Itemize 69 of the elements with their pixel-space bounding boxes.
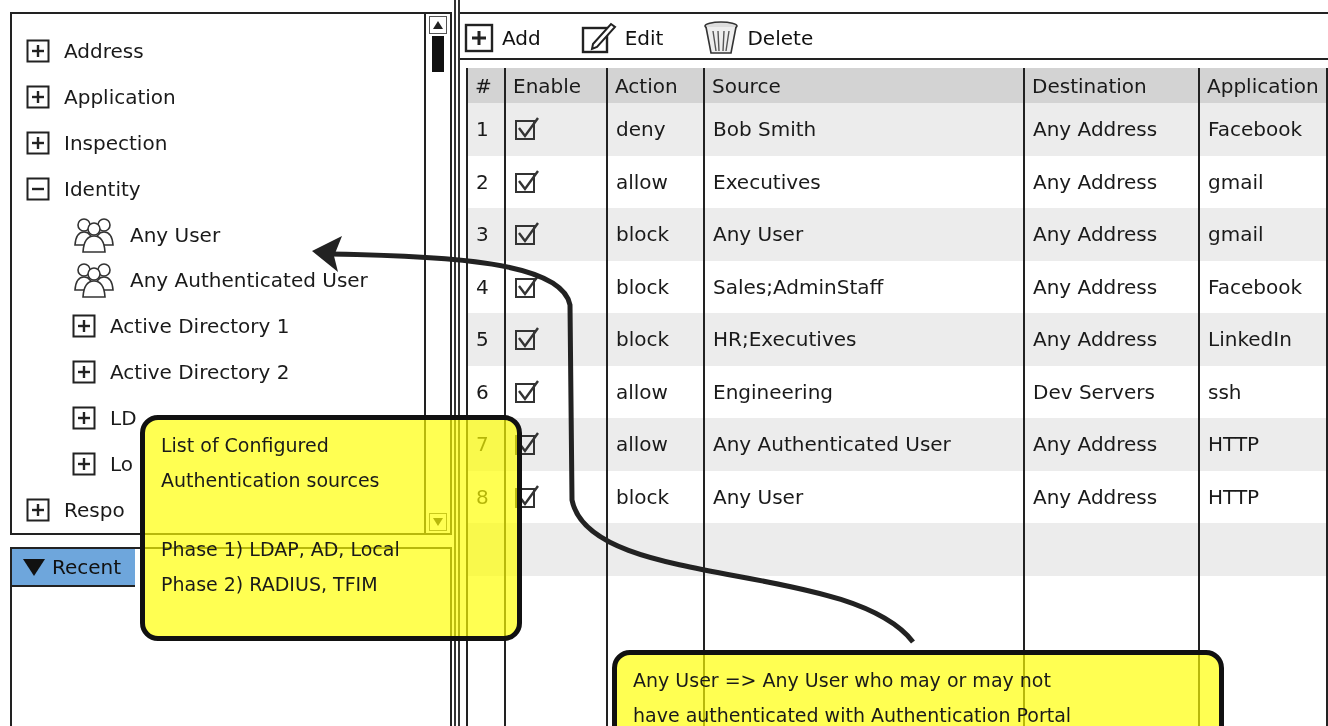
up-arrow-icon[interactable]	[433, 21, 443, 29]
expand-icon[interactable]	[72, 406, 96, 431]
table-cell: LinkedIn	[1200, 313, 1328, 366]
tree-item[interactable]: Any User	[130, 222, 221, 247]
tree-item[interactable]: Address	[64, 38, 144, 63]
checkbox[interactable]	[514, 116, 540, 143]
note-text: Any User => Any User who may or may not have authenticated with Authentication Portal	[633, 668, 1072, 726]
checkbox[interactable]	[514, 168, 540, 195]
checkbox[interactable]	[514, 326, 540, 353]
checkbox[interactable]	[514, 483, 540, 510]
table-cell: Facebook	[1200, 103, 1328, 156]
checkbox[interactable]	[514, 221, 540, 248]
table-cell: Any Address	[1025, 418, 1200, 471]
tree-item[interactable]: Active Directory 2	[110, 360, 290, 385]
tree-item[interactable]: Respo	[64, 498, 125, 522]
tree-item[interactable]: Inspection	[64, 130, 168, 155]
tree-item[interactable]: LD	[110, 406, 137, 431]
checkbox[interactable]	[514, 378, 540, 405]
tree-item[interactable]: Active Directory 1	[110, 314, 290, 339]
expand-icon[interactable]	[26, 84, 50, 109]
edit-icon	[580, 22, 617, 54]
table-cell: block	[608, 208, 705, 261]
table-cell: Any User	[705, 208, 1025, 261]
tree-item[interactable]: Any Authenticated User	[130, 268, 368, 293]
row-number: 1	[468, 103, 506, 156]
scrollbar[interactable]	[424, 14, 450, 533]
delete-button[interactable]: Delete	[703, 21, 814, 55]
table-cell: Bob Smith	[705, 103, 1025, 156]
column-header[interactable]: Application	[1200, 68, 1328, 103]
people-icon	[72, 262, 116, 299]
checkbox[interactable]	[514, 431, 540, 458]
table-cell: block	[608, 313, 705, 366]
table-cell: Any Authenticated User	[705, 418, 1025, 471]
scrollbar-thumb[interactable]	[432, 36, 444, 72]
tree-item[interactable]: Identity	[64, 176, 141, 201]
note-text: List of Configured Authentication sources	[161, 433, 380, 493]
expand-icon[interactable]	[26, 38, 50, 63]
add-button[interactable]: Add	[464, 23, 541, 53]
plus-icon	[464, 23, 494, 53]
expand-icon[interactable]	[26, 130, 50, 155]
column-header[interactable]: Source	[705, 68, 1025, 103]
table-cell: Any Address	[1025, 103, 1200, 156]
edit-button[interactable]: Edit	[580, 22, 664, 54]
expand-icon[interactable]	[26, 498, 50, 522]
column-header[interactable]: #	[468, 68, 506, 103]
expand-icon[interactable]	[72, 360, 96, 385]
table-cell: HR;Executives	[705, 313, 1025, 366]
column-header[interactable]: Enable	[506, 68, 608, 103]
table-cell: allow	[608, 418, 705, 471]
caret-icon	[22, 557, 46, 577]
note-text: Phase 1) LDAP, AD, Local Phase 2) RADIUS, TFIM	[161, 537, 400, 597]
tree-item[interactable]: Lo	[110, 452, 134, 477]
table-cell: Any Address	[1025, 313, 1200, 366]
expand-icon[interactable]	[72, 314, 96, 339]
row-number: 5	[468, 313, 506, 366]
table-cell: Any Address	[1025, 208, 1200, 261]
row-number: 3	[468, 208, 506, 261]
column-header[interactable]: Action	[608, 68, 705, 103]
collapse-icon[interactable]	[26, 176, 50, 201]
table-cell: HTTP	[1200, 418, 1328, 471]
row-number: 7	[468, 418, 506, 471]
trash-icon	[703, 21, 740, 55]
table-cell: gmail	[1200, 208, 1328, 261]
tree-item[interactable]: Application	[64, 84, 176, 109]
table-cell: deny	[608, 103, 705, 156]
recent-activity-header[interactable]: Recent	[12, 549, 136, 587]
expand-icon[interactable]	[72, 452, 96, 477]
people-icon	[72, 216, 116, 253]
column-header[interactable]: Destination	[1025, 68, 1200, 103]
